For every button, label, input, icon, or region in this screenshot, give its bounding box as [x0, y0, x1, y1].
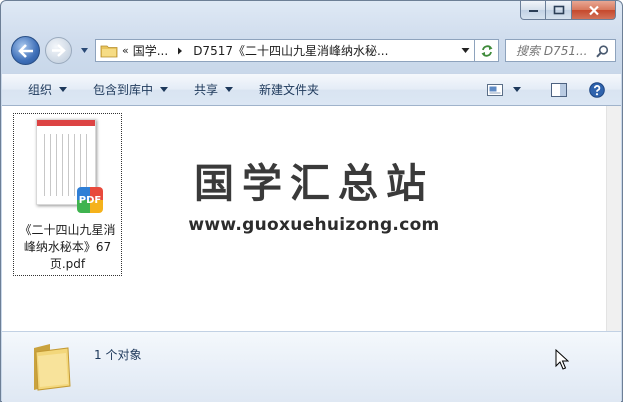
toolbar-right-group: [479, 74, 621, 105]
organize-menu[interactable]: 组织: [2, 74, 80, 105]
breadcrumb-item-current-folder[interactable]: D7517《二十四山九星消峰纳水秘...: [193, 42, 388, 59]
forward-arrow-icon: [52, 44, 66, 57]
change-view-button[interactable]: [479, 74, 529, 105]
back-button[interactable]: [11, 36, 40, 65]
organize-label: 组织: [28, 83, 53, 97]
pdf-badge-label: PDF: [78, 194, 102, 206]
watermark: 国学汇总站 www.guoxuehuizong.com: [184, 161, 444, 235]
chevron-down-icon: [513, 87, 521, 92]
preview-pane-icon: [551, 82, 567, 97]
back-arrow-icon: [17, 43, 33, 58]
search-box[interactable]: [505, 39, 616, 62]
navigation-bar: « 国学... D7517《二十四山九星消峰纳水秘...: [9, 33, 616, 67]
file-name-label[interactable]: 《二十四山九星消峰纳水秘本》67页.pdf: [16, 222, 119, 273]
search-input[interactable]: [516, 43, 590, 58]
help-icon: [589, 81, 605, 98]
command-toolbar: 组织 包含到库中 共享 新建文件夹: [2, 73, 621, 106]
details-pane: 1 个对象: [2, 331, 621, 402]
search-icon[interactable]: [596, 45, 609, 58]
close-button[interactable]: [572, 1, 616, 20]
breadcrumb-item-guoxue[interactable]: 国学...: [133, 42, 168, 59]
minimize-icon: [528, 10, 538, 12]
recent-pages-dropdown-icon[interactable]: [80, 46, 89, 55]
include-in-library-label: 包含到库中: [93, 83, 154, 97]
close-icon: [588, 5, 599, 15]
address-bar[interactable]: « 国学... D7517《二十四山九星消峰纳水秘...: [95, 39, 475, 62]
vertical-scrollbar[interactable]: [606, 106, 621, 331]
forward-button[interactable]: [45, 37, 72, 64]
minimize-button[interactable]: [520, 1, 546, 20]
new-folder-label: 新建文件夹: [259, 83, 320, 97]
address-overflow-marker[interactable]: «: [122, 44, 129, 57]
item-count-label: 1 个对象: [94, 348, 142, 362]
chevron-down-icon: [160, 87, 169, 92]
new-folder-button[interactable]: 新建文件夹: [246, 74, 332, 105]
help-button[interactable]: [581, 74, 613, 105]
folder-icon: [100, 45, 118, 57]
maximize-button[interactable]: [546, 1, 572, 20]
maximize-icon: [553, 5, 564, 15]
file-item-pdf[interactable]: PDF 《二十四山九星消峰纳水秘本》67页.pdf: [13, 113, 122, 276]
caption-buttons: [520, 1, 616, 21]
refresh-icon: [481, 44, 492, 57]
address-dropdown-icon[interactable]: [461, 47, 470, 54]
pdf-file-icon: PDF: [77, 187, 103, 213]
chevron-down-icon: [59, 87, 68, 92]
watermark-title: 国学汇总站: [194, 161, 434, 207]
breadcrumb-separator-icon[interactable]: [177, 47, 183, 55]
folder-large-icon: [34, 344, 71, 391]
watermark-url: www.guoxuehuizong.com: [188, 215, 440, 235]
explorer-window: « 国学... D7517《二十四山九星消峰纳水秘... 组织 包含到库中: [0, 0, 623, 402]
share-label: 共享: [194, 83, 219, 97]
preview-pane-button[interactable]: [543, 74, 575, 105]
view-options-icon: [487, 83, 503, 96]
mouse-cursor-icon: [555, 349, 569, 370]
refresh-button[interactable]: [475, 39, 499, 62]
file-list-view[interactable]: PDF 《二十四山九星消峰纳水秘本》67页.pdf 国学汇总站 www.guox…: [2, 106, 608, 331]
include-in-library-menu[interactable]: 包含到库中: [80, 74, 181, 105]
chevron-down-icon: [225, 87, 234, 92]
share-menu[interactable]: 共享: [181, 74, 246, 105]
